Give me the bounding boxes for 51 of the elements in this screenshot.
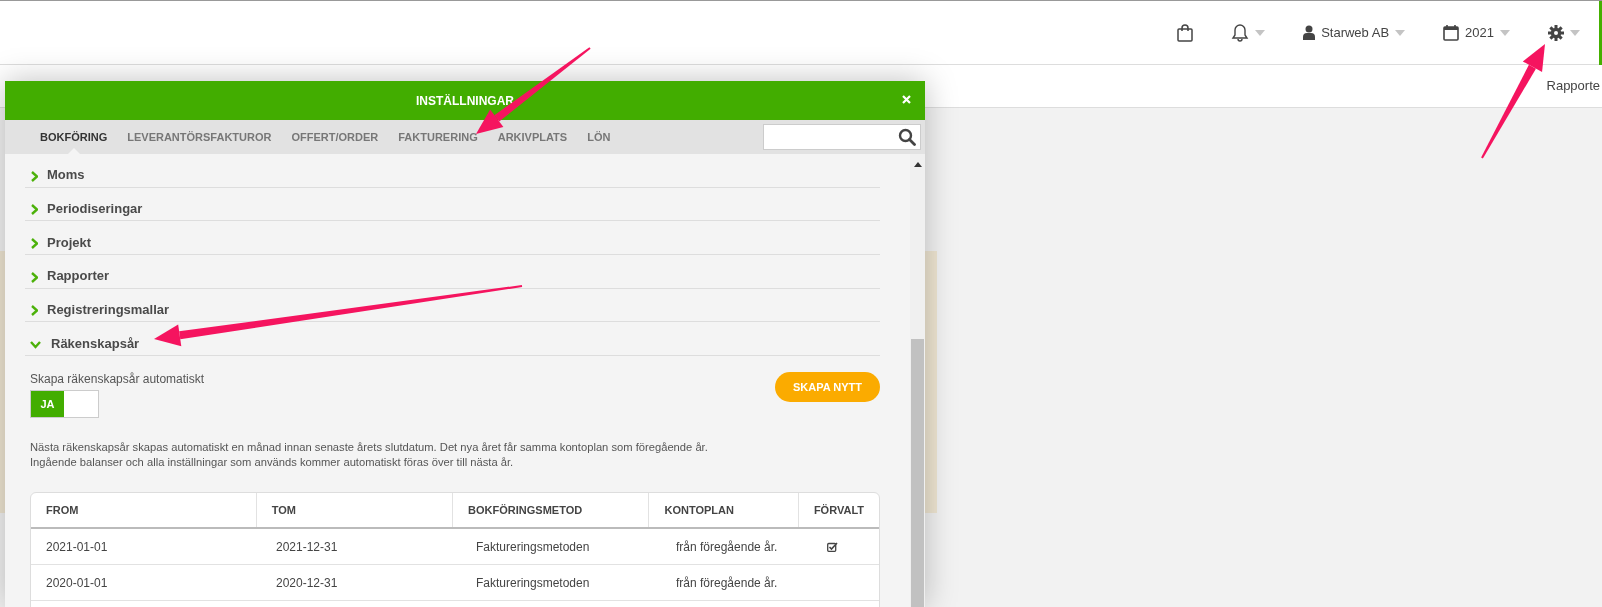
column-header: FROM	[31, 493, 257, 528]
table-cell-text: Faktureringsmetoden	[475, 538, 591, 556]
settings-icon	[1548, 24, 1564, 41]
chevron-down-icon	[30, 341, 41, 350]
settings-button[interactable]	[1548, 24, 1580, 41]
chevron-right-icon	[31, 238, 38, 250]
column-header: KONTOPLAN	[649, 493, 799, 528]
scroll-up-icon	[913, 162, 922, 167]
bag-button[interactable]	[1177, 23, 1194, 42]
settings-section[interactable]: Rapporter	[25, 255, 880, 289]
table-cell-text: från föregående år.	[675, 574, 779, 592]
settings-section[interactable]: Periodiseringar	[25, 187, 880, 222]
chevron-right-icon	[31, 271, 38, 283]
user-icon	[1303, 25, 1316, 40]
chevron-right-icon	[31, 170, 38, 182]
caret-icon	[1255, 29, 1266, 36]
column-header: BOKFÖRINGSMETOD	[453, 493, 650, 528]
accent-bar	[1599, 1, 1602, 65]
column-header: TOM	[256, 493, 454, 528]
settings-tab[interactable]: BOKFÖRING	[30, 120, 118, 154]
close-button[interactable]	[902, 95, 911, 104]
caret-icon	[1570, 29, 1580, 36]
caret-icon	[1395, 29, 1406, 36]
table-cell-text: Faktureringsmetoden	[475, 574, 591, 592]
caret-icon	[1500, 29, 1510, 36]
close-icon	[902, 95, 911, 104]
checkbox-checked-icon	[827, 541, 838, 552]
table-cell-text: 2021-01-01	[45, 538, 109, 556]
dialog-title: INSTÄLLNINGAR	[416, 92, 514, 110]
column-header: FÖRVALT	[812, 502, 865, 518]
table-cell-text: 2020-12-31	[275, 574, 339, 592]
search-icon	[898, 128, 916, 146]
search-field[interactable]	[763, 124, 921, 150]
reports-link[interactable]: Rapporte	[1546, 76, 1600, 96]
calendar-icon	[1443, 24, 1460, 41]
settings-section[interactable]: Moms	[25, 154, 880, 188]
toggle-knob: JA	[31, 391, 64, 418]
bell-icon	[1231, 23, 1250, 42]
table-cell-text: från föregående år.	[675, 538, 779, 556]
description-text: Ingående balanser och alla inställningar som används kommer automatiskt föras över till nästa år.	[30, 455, 515, 471]
settings-section[interactable]: Projekt	[25, 221, 880, 256]
company-menu[interactable]: Starweb AB	[1321, 22, 1390, 43]
chevron-right-icon	[31, 204, 38, 216]
year-menu[interactable]: 2021	[1465, 22, 1494, 43]
table-cell-text: 2021-12-31	[275, 538, 339, 556]
notifications-button[interactable]	[1231, 23, 1266, 42]
chevron-right-icon	[31, 305, 38, 317]
bag-icon	[1177, 23, 1194, 42]
table-cell-text: 2020-01-01	[45, 574, 109, 592]
toggle-label: Skapa räkenskapsår automatiskt	[30, 371, 205, 389]
description-text: Nästa räkenskapsår skapas automatiskt en månad innan senaste årets slutdatum. Det nya året får samma kontoplan som föregående år.	[30, 440, 709, 456]
